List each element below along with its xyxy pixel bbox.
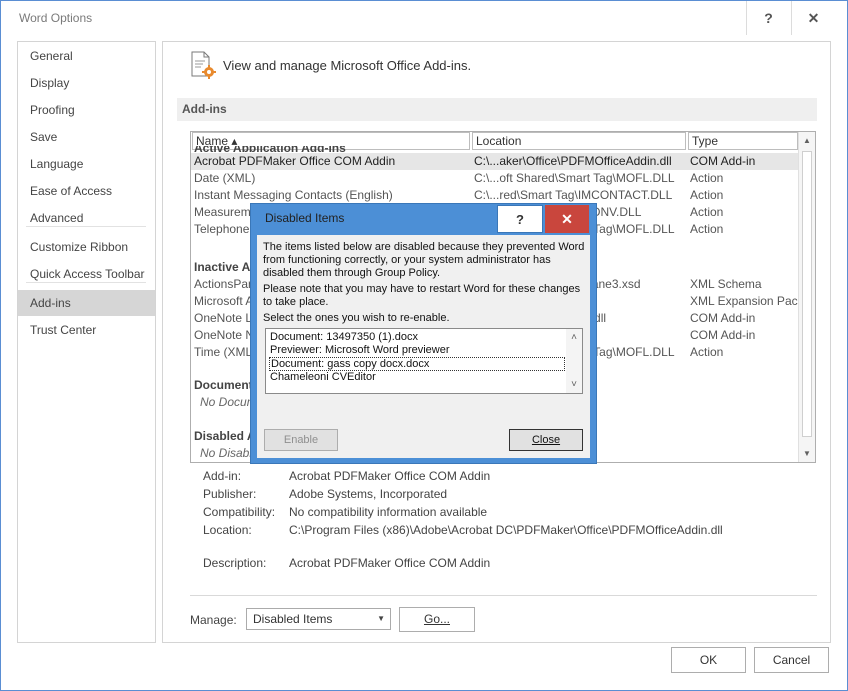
scroll-up-icon[interactable]: ▲ [799,132,815,149]
row-type: Action [690,171,724,185]
detail-label: Publisher: [203,487,257,501]
divider [190,595,817,596]
row-type: COM Add-in [690,154,756,168]
group-header-active: Active Application Add-ins [194,146,346,152]
add-ins-gear-icon [191,51,216,79]
row-type: COM Add-in [690,311,756,325]
row-location: C:\...aker\Office\PDFMOfficeAddin.dll [474,154,672,168]
dialog-body: The items listed below are disabled beca… [257,235,590,458]
row-type: Action [690,205,724,219]
row-name: Acrobat PDFMaker Office COM Addin [194,154,396,168]
dialog-close-button[interactable]: Close [509,429,583,451]
list-item[interactable]: Previewer: Microsoft Word previewer [269,344,565,358]
manage-selected: Disabled Items [253,612,333,626]
row-type: Action [690,222,724,236]
row-type: Action [690,188,724,202]
chevron-down-icon: ▼ [377,614,385,623]
row-location: C:\...oft Shared\Smart Tag\MOFL.DLL [474,171,675,185]
title-bar: Word Options ? ✕ [1,1,847,35]
detail-label: Location: [203,523,252,537]
detail-value: C:\Program Files (x86)\Adobe\Acrobat DC\… [289,523,723,537]
sidebar-item-display[interactable]: Display [18,70,155,96]
dialog-message: The items listed below are disabled beca… [263,241,585,279]
sidebar-item-proofing[interactable]: Proofing [18,97,155,123]
dialog-instruction: Select the ones you wish to re-enable. [263,312,450,324]
detail-value: Acrobat PDFMaker Office COM Addin [289,469,491,483]
scroll-down-icon[interactable]: ▼ [799,445,815,462]
row-type: COM Add-in [690,328,756,342]
row-location: C:\...red\Smart Tag\IMCONTACT.DLL [474,188,673,202]
chevron-down-icon[interactable]: ˅ [566,376,582,393]
detail-label: Add-in: [203,469,242,483]
list-item[interactable]: Document: gass copy docx.docx [269,357,565,371]
sidebar-item-save[interactable]: Save [18,124,155,150]
ok-button[interactable]: OK [671,647,746,673]
sidebar-item-general[interactable]: General [18,43,155,69]
dialog-note: Please note that you may have to restart… [263,283,581,308]
window-title: Word Options [19,11,93,25]
sidebar-item-advanced[interactable]: Advanced [18,205,155,231]
table-row[interactable]: Date (XML) C:\...oft Shared\Smart Tag\MO… [191,170,798,187]
dialog-title: Disabled Items [265,211,345,225]
dialog-close-icon[interactable]: ✕ [545,205,589,233]
row-type: XML Schema [690,277,762,291]
sidebar-divider [26,226,146,227]
sidebar-divider [26,282,146,283]
cancel-button[interactable]: Cancel [754,647,829,673]
sidebar-item-quick-access-toolbar[interactable]: Quick Access Toolbar [18,261,155,287]
sidebar-item-add-ins[interactable]: Add-ins [18,290,155,316]
section-title: Add-ins [177,98,817,121]
detail-value: Acrobat PDFMaker Office COM Addin [289,556,491,570]
chevron-up-icon[interactable]: ˄ [566,329,582,346]
row-type: Action [690,345,724,359]
list-item[interactable]: Document: 13497350 (1).docx [269,331,565,345]
manage-label: Manage: [190,613,237,627]
table-row[interactable]: Instant Messaging Contacts (English) C:\… [191,187,798,204]
go-button[interactable]: Go... [399,607,475,632]
help-button[interactable]: ? [746,1,790,35]
list-scrollbar[interactable]: ˄ ˅ [566,329,582,393]
column-header-type[interactable]: Type [688,132,798,150]
sidebar-item-ease-of-access[interactable]: Ease of Access [18,178,155,204]
sidebar-item-customize-ribbon[interactable]: Customize Ribbon [18,234,155,260]
close-window-button[interactable]: ✕ [791,1,835,35]
column-header-location[interactable]: Location [472,132,686,150]
disabled-items-dialog: Disabled Items ? ✕ The items listed belo… [250,203,597,464]
manage-dropdown[interactable]: Disabled Items ▼ [246,608,391,630]
detail-value: Adobe Systems, Incorporated [289,487,448,501]
detail-label: Description: [203,556,267,570]
list-item[interactable]: Chameleoni CVEditor [269,371,565,385]
table-row[interactable]: Acrobat PDFMaker Office COM Addin C:\...… [191,153,798,170]
row-type: XML Expansion Pack [690,294,798,308]
detail-value: No compatibility information available [289,505,488,519]
sidebar-item-language[interactable]: Language [18,151,155,177]
options-sidebar: General Display Proofing Save Language E… [17,41,156,643]
dialog-help-button[interactable]: ? [497,205,543,233]
row-name: Date (XML) [194,171,256,185]
detail-label: Compatibility: [203,505,276,519]
row-name: Instant Messaging Contacts (English) [194,188,393,202]
scroll-thumb[interactable] [802,151,812,437]
sidebar-item-trust-center[interactable]: Trust Center [18,317,155,343]
table-scrollbar[interactable]: ▲ ▼ [798,132,815,462]
panel-heading: View and manage Microsoft Office Add-ins… [223,58,472,73]
disabled-items-list[interactable]: Document: 13497350 (1).docx Previewer: M… [265,328,583,394]
enable-button[interactable]: Enable [264,429,338,451]
